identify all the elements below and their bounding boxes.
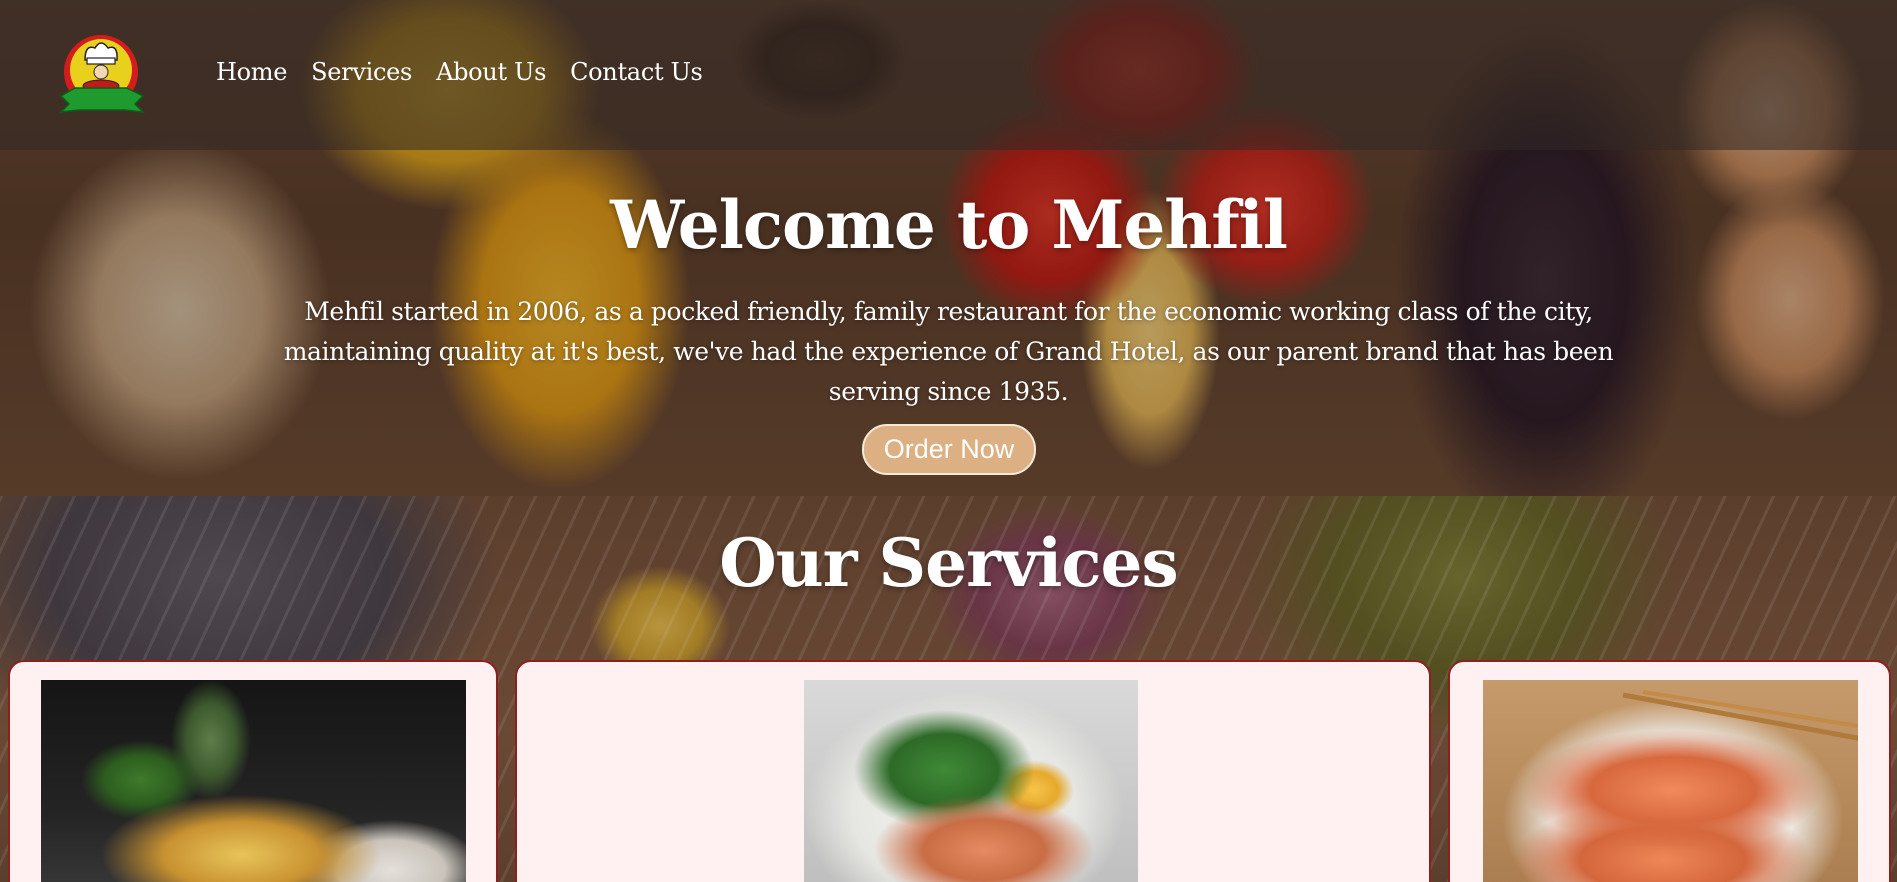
pizza-photo [41,680,466,882]
service-card-salmon-salad[interactable] [515,660,1431,882]
service-card-pizza[interactable] [8,660,498,882]
hero-title: Welcome to Mehfil [610,186,1288,264]
services-title: Our Services [719,524,1178,602]
hero-section: Home Services About Us Contact Us Welcom… [0,0,1897,496]
chef-logo-icon[interactable] [55,30,151,116]
chopsticks-icon [1622,690,1858,741]
nav-contact-link[interactable]: Contact Us [570,58,703,86]
services-section: Our Services [0,496,1897,882]
service-card-sliced-salmon[interactable] [1448,660,1891,882]
hero-description: Mehfil started in 2006, as a pocked frie… [283,297,1614,406]
nav-home-link[interactable]: Home [216,58,287,86]
salmon-salad-photo [804,680,1138,882]
sliced-salmon-photo [1483,680,1858,882]
main-navigation: Home Services About Us Contact Us [216,58,703,86]
nav-services-link[interactable]: Services [311,58,412,86]
nav-about-link[interactable]: About Us [436,58,546,86]
order-now-button[interactable]: Order Now [862,424,1036,475]
top-navbar: Home Services About Us Contact Us [0,0,1897,150]
